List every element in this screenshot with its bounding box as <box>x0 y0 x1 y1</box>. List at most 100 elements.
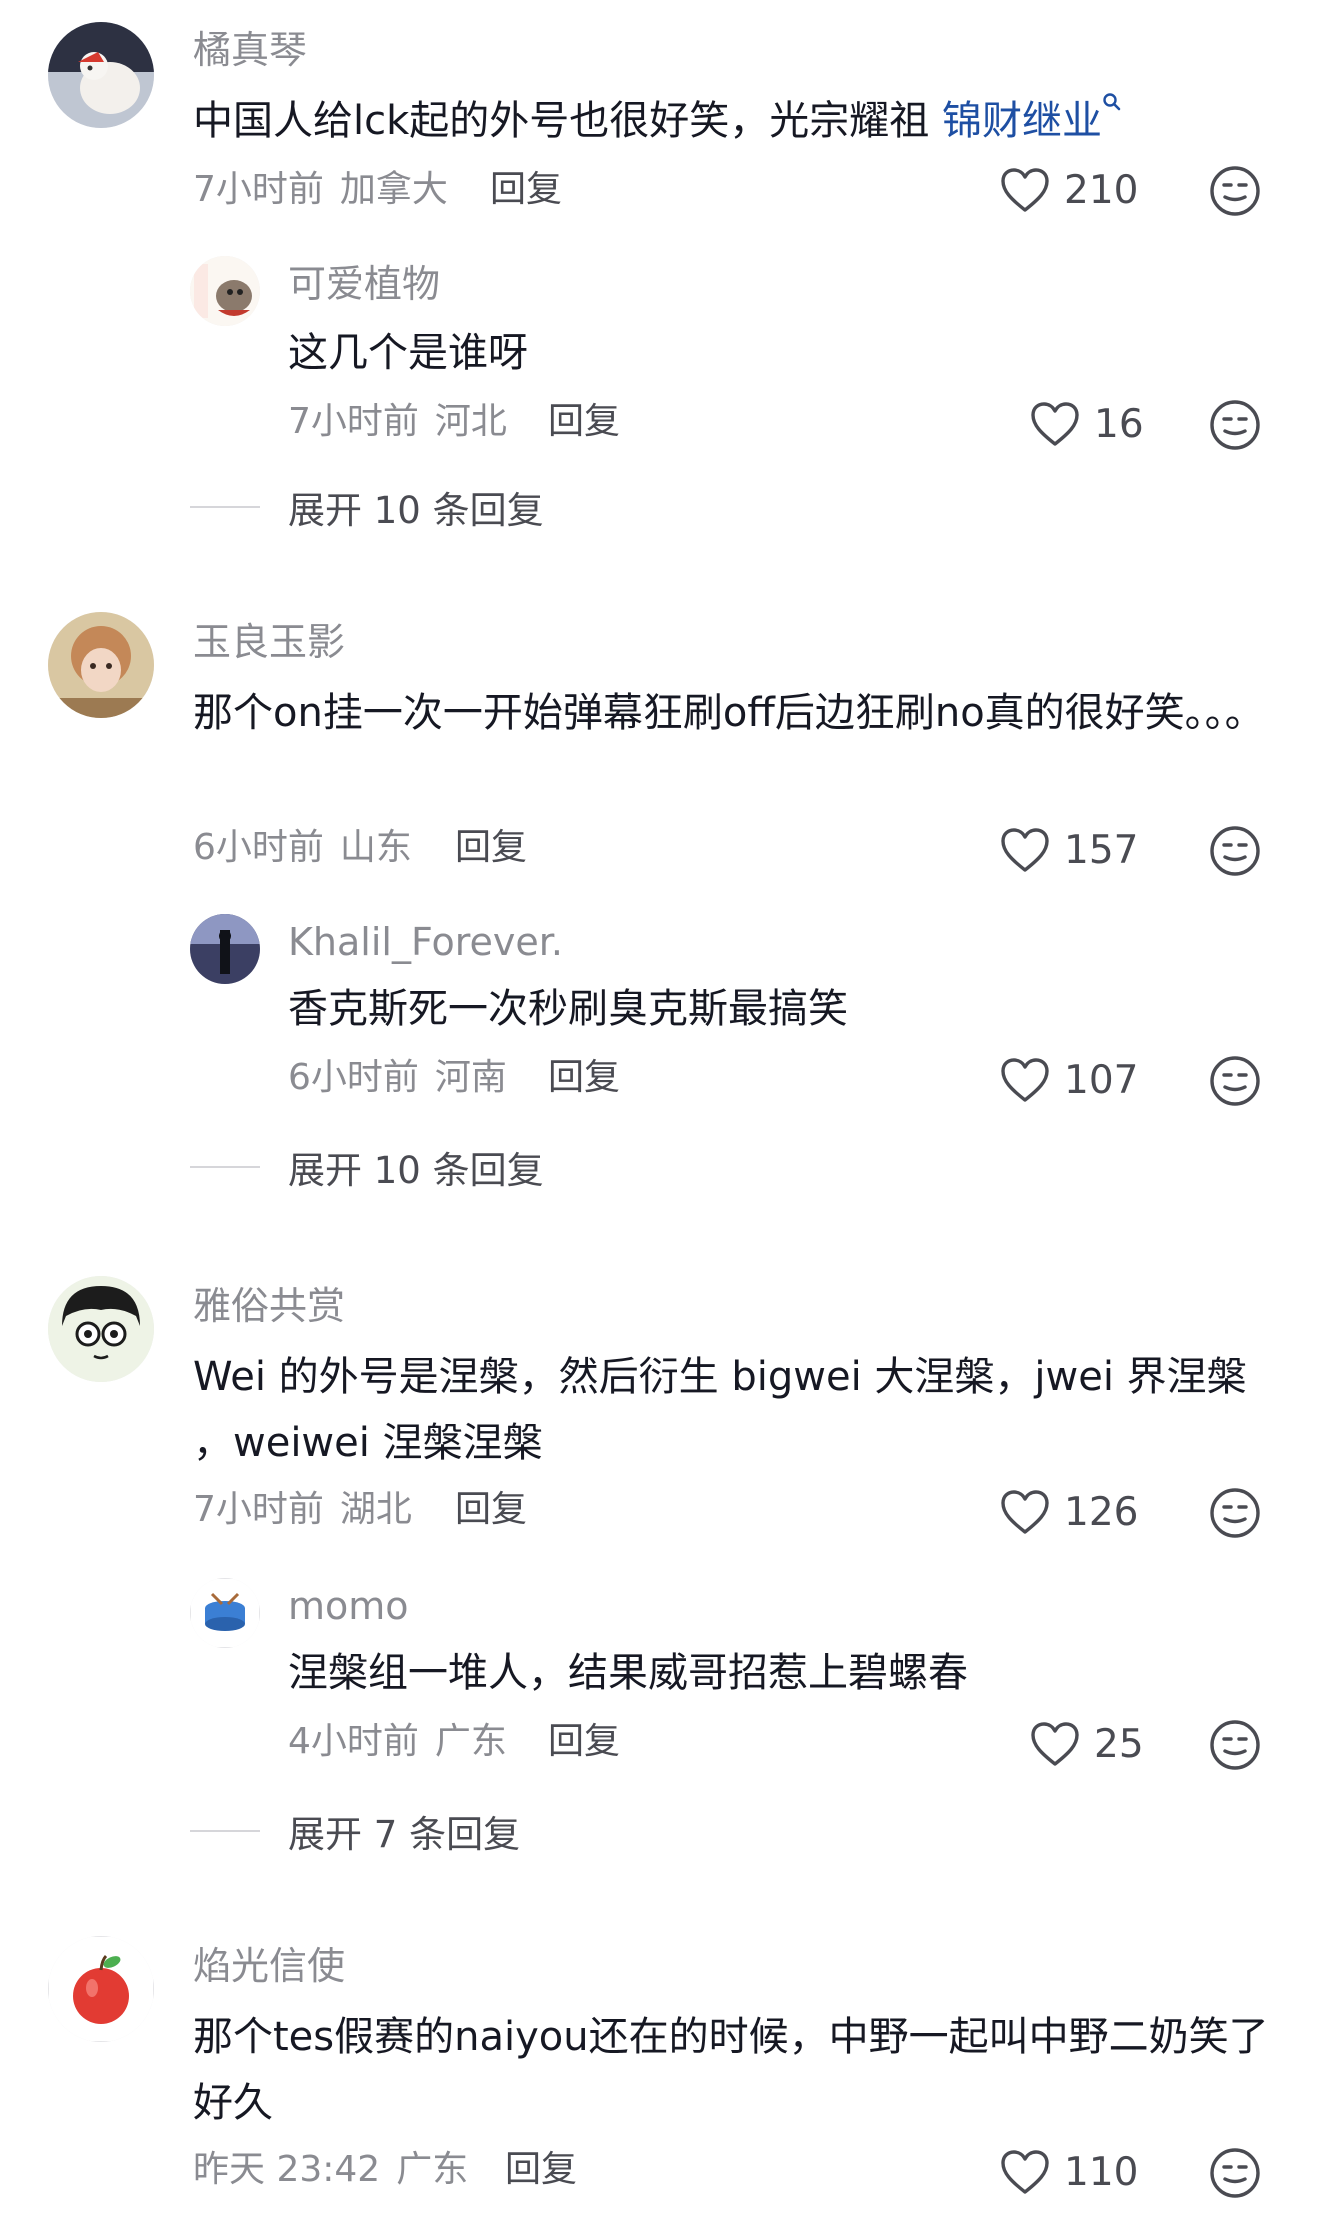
reply-time: 4小时前 <box>288 1721 419 1762</box>
like-count: 25 <box>1094 1721 1144 1767</box>
avatar-image <box>190 914 260 984</box>
reply-time: 7小时前 <box>288 401 419 442</box>
reply-button[interactable]: 回复 <box>548 400 620 443</box>
reply-button[interactable]: 回复 <box>455 826 527 869</box>
meh-face-icon <box>1210 400 1260 450</box>
reply-time: 6小时前 <box>288 1057 419 1098</box>
reply-meta: 4小时前 广东 <box>288 1720 507 1763</box>
heart-outline-icon <box>1001 1058 1049 1102</box>
expand-replies-label: 展开 10 条回复 <box>288 489 544 532</box>
comment-username[interactable]: 玉良玉影 <box>193 620 345 666</box>
reply-button[interactable]: 回复 <box>548 1720 620 1763</box>
reply-location: 河北 <box>434 401 507 442</box>
comment-username[interactable]: 焰光信使 <box>193 1944 345 1990</box>
avatar-image <box>48 1276 154 1382</box>
reply-button[interactable]: 回复 <box>505 2148 577 2191</box>
comment-item: 焰光信使 那个tes假赛的naiyou还在的时候，中野一起叫中野二奶笑了好久 昨… <box>0 1920 1320 2213</box>
reply-avatar[interactable] <box>190 256 260 326</box>
reply-username[interactable]: momo <box>288 1584 409 1630</box>
comment-text: 中国人给lck起的外号也很好笑，光宗耀祖 锦财继业 <box>193 88 1283 154</box>
dislike-button[interactable] <box>1208 164 1262 218</box>
reply-button[interactable]: 回复 <box>548 1056 620 1099</box>
dislike-button[interactable] <box>1208 824 1262 878</box>
like-count: 110 <box>1064 2149 1139 2195</box>
reply-avatar[interactable] <box>190 1578 260 1648</box>
meh-face-icon <box>1210 1720 1260 1770</box>
reply-meta: 7小时前 河北 <box>288 400 507 443</box>
dislike-button[interactable] <box>1208 398 1262 452</box>
comment-meta: 昨天 23:42 广东 <box>193 2148 468 2191</box>
avatar[interactable] <box>48 612 154 718</box>
meh-face-icon <box>1210 2148 1260 2198</box>
comment-text: 那个tes假赛的naiyou还在的时候，中野一起叫中野二奶笑了好久 <box>193 2014 1269 2126</box>
comment-username[interactable]: 雅俗共赏 <box>193 1284 345 1330</box>
expand-replies-button[interactable]: 展开 7 条回复 <box>190 1804 520 1858</box>
divider-line <box>190 1830 260 1832</box>
meh-face-icon <box>1210 1056 1260 1106</box>
avatar-image <box>48 1936 154 2042</box>
avatar[interactable] <box>48 22 154 128</box>
like-button[interactable]: 157 <box>1000 820 1138 880</box>
like-count: 210 <box>1064 167 1139 213</box>
reply-location: 广东 <box>434 1721 507 1762</box>
reply-button[interactable]: 回复 <box>455 1488 527 1531</box>
search-tag-link[interactable]: 锦财继业 <box>942 98 1102 144</box>
like-button[interactable]: 107 <box>1000 1050 1138 1110</box>
avatar[interactable] <box>48 1276 154 1382</box>
expand-replies-button[interactable]: 展开 10 条回复 <box>190 480 544 534</box>
comment-text-body: 中国人给lck起的外号也很好笑，光宗耀祖 <box>193 98 942 144</box>
comment-meta: 6小时前 山东 <box>193 826 412 869</box>
meh-face-icon <box>1210 826 1260 876</box>
comment-location: 山东 <box>339 827 412 868</box>
like-count: 107 <box>1064 1057 1139 1103</box>
expand-replies-label: 展开 7 条回复 <box>288 1813 521 1856</box>
comment-meta: 7小时前 加拿大 <box>193 168 448 211</box>
reply-avatar[interactable] <box>190 914 260 984</box>
heart-outline-icon <box>1031 1722 1079 1766</box>
reply-text: 这几个是谁呀 <box>288 330 528 376</box>
avatar[interactable] <box>48 1936 154 2042</box>
search-icon[interactable] <box>1102 92 1122 112</box>
meh-face-icon <box>1210 1488 1260 1538</box>
heart-outline-icon <box>1031 402 1079 446</box>
heart-outline-icon <box>1001 2150 1049 2194</box>
like-button[interactable]: 126 <box>1000 1482 1138 1542</box>
comment-time: 7小时前 <box>193 1489 324 1530</box>
comment-item: 玉良玉影 那个on挂一次一开始弹幕狂刷off后边狂刷no真的很好笑。。。 6小时… <box>0 600 1320 1220</box>
like-button[interactable]: 25 <box>1030 1714 1144 1774</box>
heart-outline-icon <box>1001 1490 1049 1534</box>
reply-meta: 6小时前 河南 <box>288 1056 507 1099</box>
heart-outline-icon <box>1001 828 1049 872</box>
like-count: 126 <box>1064 1489 1139 1535</box>
avatar-image <box>190 1578 260 1648</box>
divider-line <box>190 506 260 508</box>
comment-meta: 7小时前 湖北 <box>193 1488 412 1531</box>
reply-username[interactable]: Khalil_Forever. <box>288 920 563 966</box>
like-button[interactable]: 16 <box>1030 394 1144 454</box>
comment-text: 那个on挂一次一开始弹幕狂刷off后边狂刷no真的很好笑。。。 <box>193 690 1265 736</box>
comment-text: Wei 的外号是涅槃，然后衍生 bigwei 大涅槃，jwei 界涅槃 ，wei… <box>193 1354 1247 1466</box>
comment-username[interactable]: 橘真琴 <box>193 28 307 74</box>
comment-location: 湖北 <box>339 1489 412 1530</box>
like-button[interactable]: 210 <box>1000 160 1138 220</box>
like-count: 157 <box>1064 827 1139 873</box>
reply-button[interactable]: 回复 <box>490 168 562 211</box>
dislike-button[interactable] <box>1208 1486 1262 1540</box>
comment-location: 加拿大 <box>339 169 448 210</box>
like-button[interactable]: 110 <box>1000 2142 1138 2202</box>
comment-location: 广东 <box>396 2149 469 2190</box>
comment-item: 橘真琴 中国人给lck起的外号也很好笑，光宗耀祖 锦财继业 7小时前 加拿大 回复… <box>0 0 1320 560</box>
meh-face-icon <box>1210 166 1260 216</box>
expand-replies-button[interactable]: 展开 10 条回复 <box>190 1140 544 1194</box>
reply-username[interactable]: 可爱植物 <box>288 262 440 308</box>
like-count: 16 <box>1094 401 1144 447</box>
dislike-button[interactable] <box>1208 2146 1262 2200</box>
avatar-image <box>48 22 154 128</box>
avatar-image <box>48 612 154 718</box>
dislike-button[interactable] <box>1208 1718 1262 1772</box>
dislike-button[interactable] <box>1208 1054 1262 1108</box>
reply-text: 香克斯死一次秒刷臭克斯最搞笑 <box>288 986 848 1032</box>
reply-text: 涅槃组一堆人，结果威哥招惹上碧螺春 <box>288 1650 968 1696</box>
comment-time: 7小时前 <box>193 169 324 210</box>
avatar-image <box>190 256 260 326</box>
